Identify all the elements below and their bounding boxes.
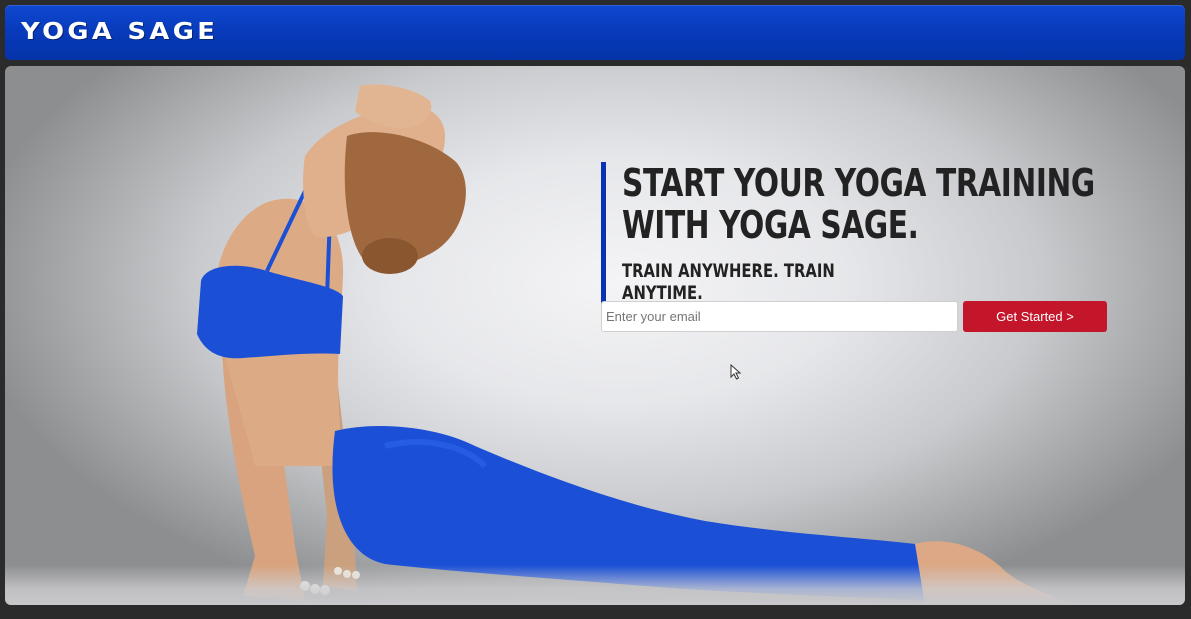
floor-shadow <box>5 565 1185 605</box>
get-started-button[interactable]: Get Started > <box>963 301 1107 332</box>
hero-section: START YOUR YOGA TRAINING WITH YOGA SAGE.… <box>5 66 1185 605</box>
top-navbar: YOGA SAGE <box>5 5 1185 60</box>
email-signup-form: Get Started > <box>601 301 1111 332</box>
hero-image-yoga-model <box>197 84 1075 605</box>
hero-text-block: START YOUR YOGA TRAINING WITH YOGA SAGE.… <box>601 162 1132 304</box>
mouse-pointer-icon <box>730 364 742 380</box>
hero-headline: START YOUR YOGA TRAINING WITH YOGA SAGE. <box>622 161 1095 247</box>
hero-subheadline: TRAIN ANYWHERE. TRAIN ANYTIME. <box>622 260 835 304</box>
email-input[interactable] <box>601 301 958 332</box>
site-logo[interactable]: YOGA SAGE <box>21 19 218 45</box>
landing-page: YOGA SAGE START YOUR YOGA TRAINING WITH … <box>0 0 1191 619</box>
